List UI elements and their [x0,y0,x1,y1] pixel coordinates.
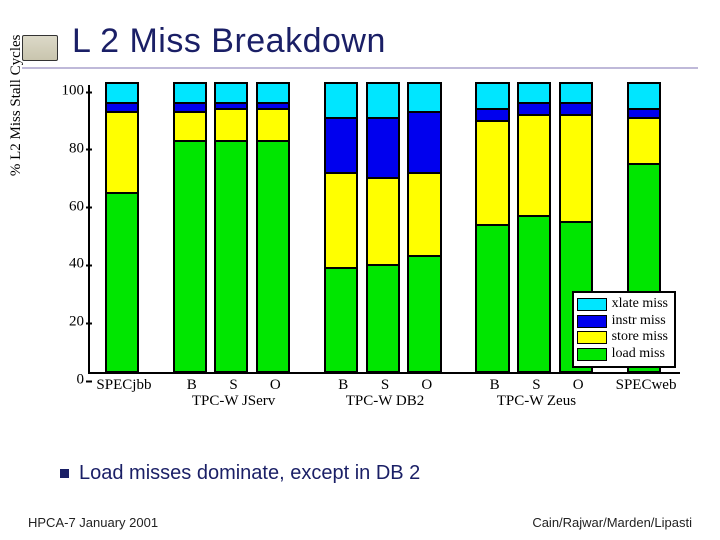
bar-segment [174,141,206,372]
x-sublabel: O [560,377,597,394]
x-sublabel: S [215,377,252,394]
plot-area: xlate missinstr missstore missload miss … [88,85,680,374]
bar-segment [628,109,660,118]
bullet-icon [60,469,69,478]
x-group-label: SPECjbb [86,377,163,394]
bar-segment [518,216,550,372]
bar-segment [106,193,138,372]
x-group-label: TPC-W DB2 [325,393,445,410]
bar [215,83,247,372]
legend-swatch [578,332,606,343]
legend-label: load miss [612,346,665,363]
bar-segment [408,173,440,257]
bar [257,83,289,372]
bar [518,83,550,372]
bar-segment [325,173,357,268]
bar-segment [174,112,206,141]
bar-segment [325,268,357,372]
legend-item: store miss [578,329,668,346]
bar-segment [367,118,399,179]
bar [174,83,206,372]
bar-segment [174,83,206,103]
bar-segment [408,256,440,372]
bar-segment [367,178,399,265]
legend-item: xlate miss [578,296,668,313]
bar-segment [628,118,660,164]
bar-segment [106,112,138,193]
bar-segment [628,83,660,109]
bar-segment [476,121,508,225]
y-tick: 0 [46,372,84,389]
bar-segment [560,83,592,103]
x-sublabel: O [408,377,445,394]
x-sublabel: S [518,377,555,394]
bar-segment [215,83,247,103]
page-title: L 2 Miss Breakdown [72,22,386,61]
legend-swatch [578,349,606,360]
legend-swatch [578,299,606,310]
bar-segment [476,83,508,109]
y-tick: 40 [46,256,84,273]
x-sublabel: O [257,377,294,394]
bar-segment [367,83,399,118]
bar-segment [560,103,592,115]
bar [106,83,138,372]
y-tick: 100 [46,83,84,100]
bar-segment [476,109,508,121]
bar-segment [476,225,508,372]
bar-segment [367,265,399,372]
bar-segment [518,115,550,216]
bar-segment [215,109,247,141]
chart: % L2 Miss Stall Cycles xlate missinstr m… [34,79,686,414]
bar-segment [257,83,289,103]
logo-icon [22,35,58,61]
bar-segment [106,103,138,112]
y-tick: 60 [46,198,84,215]
bar [367,83,399,372]
legend-item: load miss [578,346,668,363]
legend-swatch [578,316,606,327]
bar-segment [215,141,247,372]
x-group-label: TPC-W Zeus [476,393,596,410]
bar-segment [408,112,440,173]
y-axis-label: % L2 Miss Stall Cycles [8,34,25,176]
legend-label: instr miss [612,313,666,330]
bar-segment [257,109,289,141]
bar-segment [106,83,138,103]
bar [476,83,508,372]
x-group-label: TPC-W JServ [174,393,294,410]
bar-segment [518,103,550,115]
bar-segment [408,83,440,112]
y-tick: 20 [46,314,84,331]
legend: xlate missinstr missstore missload miss [572,291,676,368]
x-sublabel: B [174,377,211,394]
title-rule [22,67,698,69]
bar-segment [325,83,357,118]
bar-segment [518,83,550,103]
y-tick: 80 [46,140,84,157]
bar [408,83,440,372]
footer-right: Cain/Rajwar/Marden/Lipasti [532,515,692,530]
footer: HPCA-7 January 2001 Cain/Rajwar/Marden/L… [28,515,692,530]
bullet-1: Load misses dominate, except in DB 2 [60,462,420,485]
legend-item: instr miss [578,313,668,330]
bullet-text: Load misses dominate, except in DB 2 [79,462,420,484]
bar-segment [325,118,357,173]
bar-segment [257,141,289,372]
footer-left: HPCA-7 January 2001 [28,515,158,530]
x-sublabel: B [476,377,513,394]
legend-label: xlate miss [612,296,668,313]
x-group-label: SPECweb [608,377,685,394]
legend-label: store miss [612,329,668,346]
x-sublabel: B [325,377,362,394]
bar [325,83,357,372]
x-sublabel: S [367,377,404,394]
bar-segment [174,103,206,112]
bar-segment [560,115,592,222]
